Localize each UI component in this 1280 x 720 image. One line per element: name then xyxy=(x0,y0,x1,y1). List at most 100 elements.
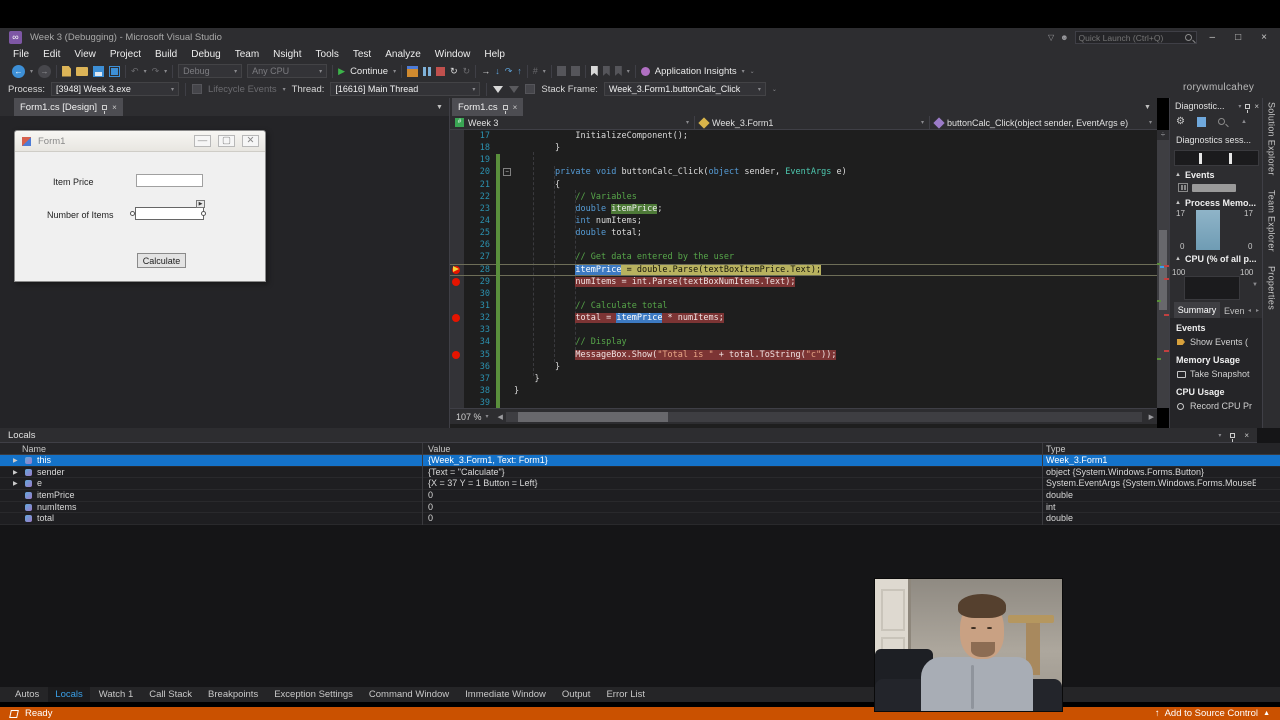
breakpoint-icon[interactable] xyxy=(452,277,460,286)
feedback-icon[interactable]: ☻ xyxy=(1060,33,1068,42)
scroll-left-icon[interactable]: ◀ xyxy=(495,413,506,421)
glyph-margin[interactable] xyxy=(450,385,464,397)
pin-icon[interactable] xyxy=(1245,103,1251,113)
new-file-icon[interactable] xyxy=(62,65,72,77)
smart-tag-icon[interactable]: ▶ xyxy=(196,200,205,208)
restore-button[interactable]: □ xyxy=(1228,32,1248,43)
intellitrace-icon[interactable] xyxy=(556,66,566,76)
menu-file[interactable]: File xyxy=(6,49,36,60)
toggle-bookmark-icon[interactable] xyxy=(590,66,598,76)
code-line-38[interactable]: 38} xyxy=(450,384,1157,398)
locals-row-sender[interactable]: ▶ sender {Text = "Calculate"} object {Syste… xyxy=(0,466,1280,479)
nav-project-dropdown[interactable]: # Week 3 ▾ xyxy=(450,116,695,129)
navigate-forward-icon[interactable]: → xyxy=(38,64,52,78)
fold-toggle-icon[interactable]: − xyxy=(503,168,511,177)
minimize-button[interactable]: – xyxy=(1203,32,1223,43)
code-line-39[interactable]: 39 xyxy=(450,397,1157,408)
code-line-31[interactable]: 31 // Calculate total xyxy=(450,299,1157,313)
menu-help[interactable]: Help xyxy=(477,49,512,60)
glyph-margin[interactable] xyxy=(450,264,464,276)
code-line-23[interactable]: 23 double itemPrice; xyxy=(450,202,1157,215)
glyph-margin[interactable] xyxy=(450,288,464,300)
diagnostics-hub-icon[interactable] xyxy=(570,66,580,76)
menu-build[interactable]: Build xyxy=(148,49,184,60)
continue-button[interactable]: Continue xyxy=(350,66,388,77)
expander-icon[interactable]: ▶ xyxy=(13,469,18,476)
code-line-30[interactable]: 30 xyxy=(450,287,1157,300)
vertical-scrollbar[interactable]: ÷ xyxy=(1157,130,1169,408)
code-editor[interactable]: 17 InitializeComponent(); 18 } 19 20− priva… xyxy=(450,130,1157,408)
code-line-17[interactable]: 17 InitializeComponent(); xyxy=(450,130,1157,142)
scrollbar-split-icon[interactable]: ÷ xyxy=(1157,130,1169,140)
events-section-header[interactable]: Events xyxy=(1185,170,1215,180)
code-line-28[interactable]: 28 itemPrice = double.Parse(textBoxItemP… xyxy=(450,263,1157,276)
application-insights-icon[interactable] xyxy=(640,66,650,76)
num-items-textbox[interactable] xyxy=(135,207,204,220)
stop-debugging-icon[interactable] xyxy=(436,66,446,76)
undo-icon[interactable]: ↶ xyxy=(131,66,139,77)
navigate-back-icon[interactable]: ← xyxy=(12,64,25,78)
zoom-dropdown[interactable]: 107 % ▾ xyxy=(450,412,495,422)
chevron-up-icon[interactable]: ▲ xyxy=(1263,710,1270,717)
panel-tab-breakpoints[interactable]: Breakpoints xyxy=(201,687,265,702)
code-line-33[interactable]: 33 xyxy=(450,324,1157,337)
glyph-margin[interactable] xyxy=(450,312,464,324)
glyph-margin[interactable] xyxy=(450,251,464,263)
tab-summary[interactable]: Summary xyxy=(1174,302,1220,318)
code-line-19[interactable]: 19 xyxy=(450,154,1157,167)
column-header-name[interactable]: Name xyxy=(22,444,46,454)
tab-scroll-right-icon[interactable]: ▸ xyxy=(1256,307,1259,314)
nav-method-dropdown[interactable]: buttonCalc_Click(object sender, EventArg… xyxy=(930,116,1157,129)
process-dropdown[interactable]: [3948] Week 3.exe ▾ xyxy=(50,82,179,96)
flag-icon[interactable] xyxy=(525,84,536,94)
panel-tab-command-window[interactable]: Command Window xyxy=(362,687,456,702)
step-out-icon[interactable]: ↑ xyxy=(517,66,522,76)
collapse-triangle-icon[interactable]: ▲ xyxy=(1175,200,1181,206)
menu-debug[interactable]: Debug xyxy=(184,49,227,60)
filter-flagged-icon[interactable] xyxy=(509,85,520,93)
scrollbar-thumb[interactable] xyxy=(1159,230,1167,310)
menu-window[interactable]: Window xyxy=(428,49,478,60)
glyph-margin[interactable] xyxy=(450,373,464,385)
menu-tools[interactable]: Tools xyxy=(309,49,346,60)
breakpoint-icon[interactable] xyxy=(452,314,460,323)
notifications-filter-icon[interactable]: ▽ xyxy=(1048,33,1054,42)
menu-test[interactable]: Test xyxy=(346,49,378,60)
panel-tab-immediate-window[interactable]: Immediate Window xyxy=(458,687,553,702)
selection-handle-left[interactable] xyxy=(130,211,135,216)
glyph-margin[interactable] xyxy=(450,324,464,336)
panel-tab-error-list[interactable]: Error List xyxy=(599,687,652,702)
menu-view[interactable]: View xyxy=(67,49,103,60)
glyph-margin[interactable] xyxy=(450,179,464,191)
save-icon[interactable] xyxy=(93,65,105,77)
expander-icon[interactable]: ▶ xyxy=(13,480,18,487)
application-insights-button[interactable]: Application Insights xyxy=(655,66,737,77)
add-to-source-control-button[interactable]: Add to Source Control xyxy=(1165,708,1258,719)
num-items-label[interactable]: Number of Items xyxy=(47,210,114,220)
pin-icon[interactable] xyxy=(502,104,508,114)
code-line-27[interactable]: 27 // Get data entered by the user xyxy=(450,251,1157,264)
glyph-margin[interactable] xyxy=(450,154,464,166)
item-price-label[interactable]: Item Price xyxy=(53,177,94,187)
solution-platform-dropdown[interactable]: Any CPU ▾ xyxy=(247,64,328,78)
code-line-21[interactable]: 21 { xyxy=(450,178,1157,191)
continue-play-icon[interactable]: ▶ xyxy=(338,66,345,77)
column-divider[interactable] xyxy=(1042,443,1043,525)
glyph-margin[interactable] xyxy=(450,166,464,178)
hex-display-icon[interactable]: # xyxy=(533,66,538,76)
tablist-chevron-icon[interactable]: ▼ xyxy=(1144,104,1151,111)
scroll-down-icon[interactable]: ▼ xyxy=(1252,282,1258,288)
locals-row-total[interactable]: total 0 double xyxy=(0,513,1280,526)
column-divider[interactable] xyxy=(422,443,423,525)
side-tab-solution-explorer[interactable]: Solution Explorer xyxy=(1267,102,1277,176)
glyph-margin[interactable] xyxy=(450,239,464,251)
quick-launch-input[interactable] xyxy=(1075,32,1185,43)
tab-form1-cs[interactable]: Form1.cs × xyxy=(452,98,524,116)
selection-handle-right[interactable] xyxy=(201,211,206,216)
stack-frame-dropdown[interactable]: Week_3.Form1.buttonCalc_Click ▾ xyxy=(603,82,766,96)
window-menu-chevron-icon[interactable]: ▾ xyxy=(1238,103,1241,110)
horizontal-scrollbar[interactable] xyxy=(505,411,1142,422)
panel-tab-call-stack[interactable]: Call Stack xyxy=(142,687,199,702)
glyph-margin[interactable] xyxy=(450,215,464,227)
locals-row-this[interactable]: ▶ this {Week_3.Form1, Text: Form1} Week_3.F… xyxy=(0,455,1280,467)
